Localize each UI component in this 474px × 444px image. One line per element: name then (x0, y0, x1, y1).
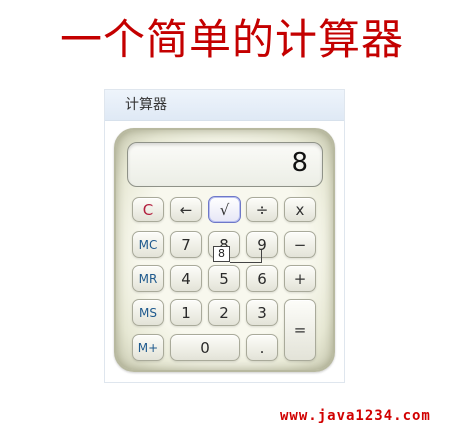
sqrt-button[interactable]: √ (208, 196, 241, 223)
digit-7-button[interactable]: 7 (170, 231, 202, 258)
digit-1-button[interactable]: 1 (170, 299, 202, 326)
digit-2-button[interactable]: 2 (208, 299, 240, 326)
ms-button[interactable]: MS (132, 299, 164, 326)
clear-button[interactable]: C (132, 197, 164, 222)
digit-4-button[interactable]: 4 (170, 265, 202, 292)
calculator-display: 8 (127, 142, 323, 187)
display-value: 8 (291, 148, 308, 178)
mc-button[interactable]: MC (132, 231, 164, 258)
drag-ghost-line (230, 262, 262, 263)
multiply-button[interactable]: x (284, 197, 316, 222)
drag-ghost: 8 (213, 246, 230, 262)
plus-button[interactable]: + (284, 265, 316, 292)
page-heading: 一个简单的计算器 (59, 15, 404, 64)
decimal-button[interactable]: . (246, 334, 278, 361)
digit-3-button[interactable]: 3 (246, 299, 278, 326)
digit-9-button[interactable]: 9 (246, 231, 278, 258)
minus-button[interactable]: − (284, 231, 316, 258)
divide-button[interactable]: ÷ (246, 197, 278, 222)
mplus-button[interactable]: M+ (132, 334, 164, 361)
digit-5-button[interactable]: 5 (208, 265, 240, 292)
backspace-button[interactable]: ← (170, 197, 202, 222)
equals-button[interactable]: = (284, 299, 316, 361)
drag-ghost-line (261, 250, 262, 263)
mr-button[interactable]: MR (132, 265, 164, 292)
digit-6-button[interactable]: 6 (246, 265, 278, 292)
window-title: 计算器 (105, 90, 344, 121)
watermark-text: www.java1234.com (280, 408, 431, 424)
digit-0-button[interactable]: 0 (170, 334, 240, 361)
